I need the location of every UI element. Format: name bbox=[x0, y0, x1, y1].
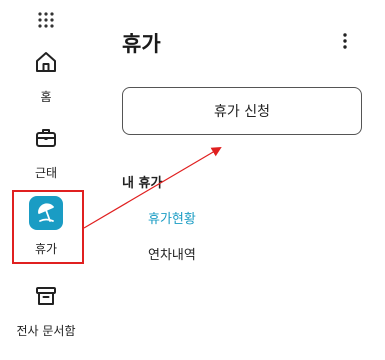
menu-item-leave-status[interactable]: 휴가현황 bbox=[148, 208, 196, 227]
sidebar-item-label: 전사 문서함 bbox=[16, 324, 76, 338]
app-window: 홈 근태 휴가 전사 문서함 휴가 휴가 신청 내 휴가 휴가현황 연차내역 bbox=[0, 0, 385, 360]
sidebar: 홈 근태 휴가 전사 문서함 bbox=[0, 0, 92, 360]
sidebar-item-label: 홈 bbox=[40, 90, 52, 104]
apply-leave-button[interactable]: 휴가 신청 bbox=[122, 87, 362, 135]
section-title-my-leave: 내 휴가 bbox=[122, 176, 163, 191]
beach-umbrella-icon bbox=[29, 196, 63, 230]
sidebar-item-label: 근태 bbox=[34, 166, 58, 180]
home-icon bbox=[30, 46, 62, 78]
app-grid-icon[interactable] bbox=[36, 10, 56, 30]
sidebar-item-company-docs[interactable]: 전사 문서함 bbox=[0, 280, 92, 339]
sidebar-item-home[interactable]: 홈 bbox=[0, 46, 92, 105]
sidebar-item-label: 휴가 bbox=[34, 242, 58, 256]
menu-item-annual-leave-history[interactable]: 연차내역 bbox=[148, 244, 196, 263]
more-options-icon[interactable] bbox=[336, 32, 354, 50]
archive-box-icon bbox=[30, 280, 62, 312]
sidebar-item-attendance[interactable]: 근태 bbox=[0, 122, 92, 181]
sidebar-item-leave[interactable]: 휴가 bbox=[0, 196, 92, 257]
page-title: 휴가 bbox=[122, 32, 161, 56]
briefcase-icon bbox=[30, 122, 62, 154]
